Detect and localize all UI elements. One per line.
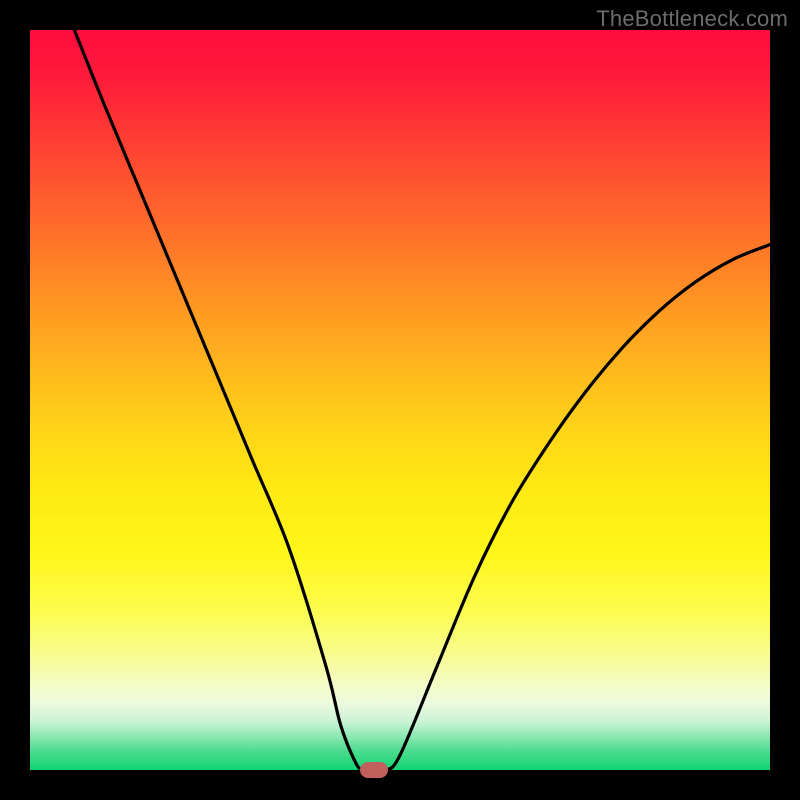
- curve-svg: [30, 30, 770, 770]
- bottleneck-curve-path: [74, 30, 770, 771]
- plot-area: [30, 30, 770, 770]
- optimum-marker: [360, 762, 388, 778]
- chart-frame: TheBottleneck.com: [0, 0, 800, 800]
- watermark-text: TheBottleneck.com: [596, 6, 788, 32]
